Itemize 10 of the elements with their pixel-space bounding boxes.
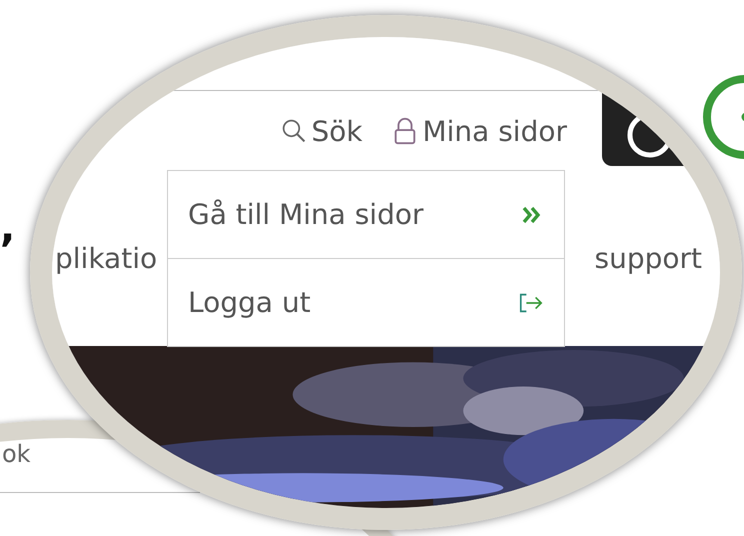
text-fragment: , xyxy=(0,205,16,251)
nav-link[interactable]: support xyxy=(594,242,702,275)
my-pages-link[interactable]: Mina sidor xyxy=(392,114,567,148)
search-icon xyxy=(281,117,308,145)
nav-link[interactable]: plikatio xyxy=(55,242,158,275)
text-fragment: ok xyxy=(2,440,31,468)
lock-icon xyxy=(392,117,418,145)
search-link[interactable]: Sök xyxy=(281,114,362,148)
menu-item[interactable]: Gå till Mina sidor xyxy=(168,171,564,258)
menu-item[interactable]: Logga ut xyxy=(168,258,564,346)
